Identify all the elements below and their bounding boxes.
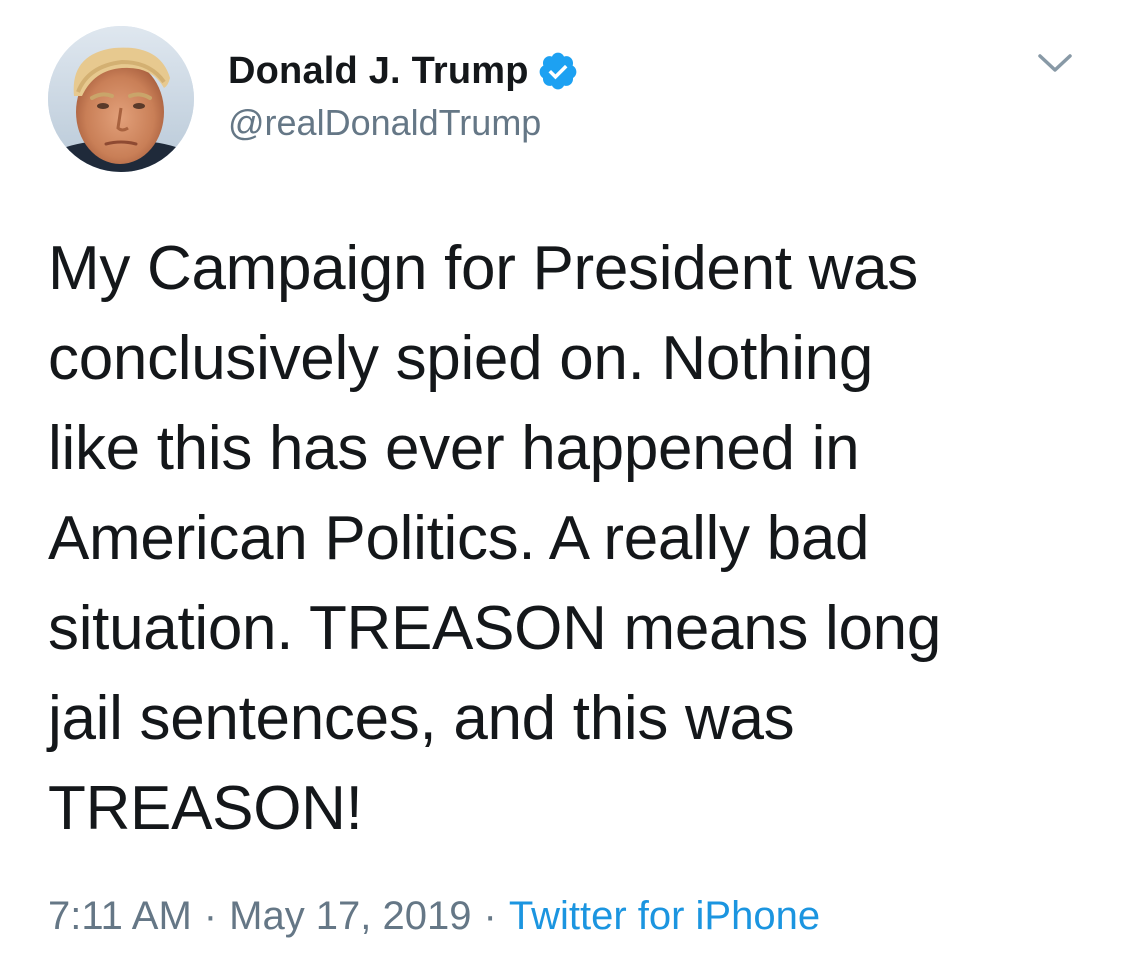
tweet-text-line: American Politics. A really bad bbox=[48, 504, 870, 573]
tweet-text-line: conclusively spied on. Nothing bbox=[48, 324, 874, 393]
tweet-text: My Campaign for President was conclusive… bbox=[48, 224, 1078, 854]
profile-photo-icon bbox=[48, 26, 194, 172]
chevron-down-icon[interactable] bbox=[1034, 48, 1076, 78]
tweet-date[interactable]: May 17, 2019 bbox=[229, 894, 471, 939]
avatar[interactable] bbox=[48, 26, 194, 172]
user-handle[interactable]: @realDonaldTrump bbox=[228, 102, 541, 144]
tweet-meta: 7:11 AM · May 17, 2019 · Twitter for iPh… bbox=[48, 894, 820, 939]
tweet-card: Donald J. Trump @realDonaldTrump My Camp… bbox=[0, 0, 1125, 974]
author-name-row: Donald J. Trump bbox=[228, 46, 579, 96]
tweet-text-line: TREASON! bbox=[48, 774, 363, 843]
meta-separator: · bbox=[203, 894, 218, 938]
tweet-text-line: like this has ever happened in bbox=[48, 414, 860, 483]
tweet-source-link[interactable]: Twitter for iPhone bbox=[509, 894, 820, 939]
verified-badge-icon bbox=[537, 50, 579, 92]
tweet-text-line: My Campaign for President was bbox=[48, 234, 918, 303]
display-name[interactable]: Donald J. Trump bbox=[228, 50, 529, 93]
tweet-time[interactable]: 7:11 AM bbox=[48, 894, 192, 939]
tweet-text-line: situation. TREASON means long bbox=[48, 594, 942, 663]
meta-separator: · bbox=[483, 894, 497, 938]
tweet-text-line: jail sentences, and this was bbox=[48, 684, 795, 753]
